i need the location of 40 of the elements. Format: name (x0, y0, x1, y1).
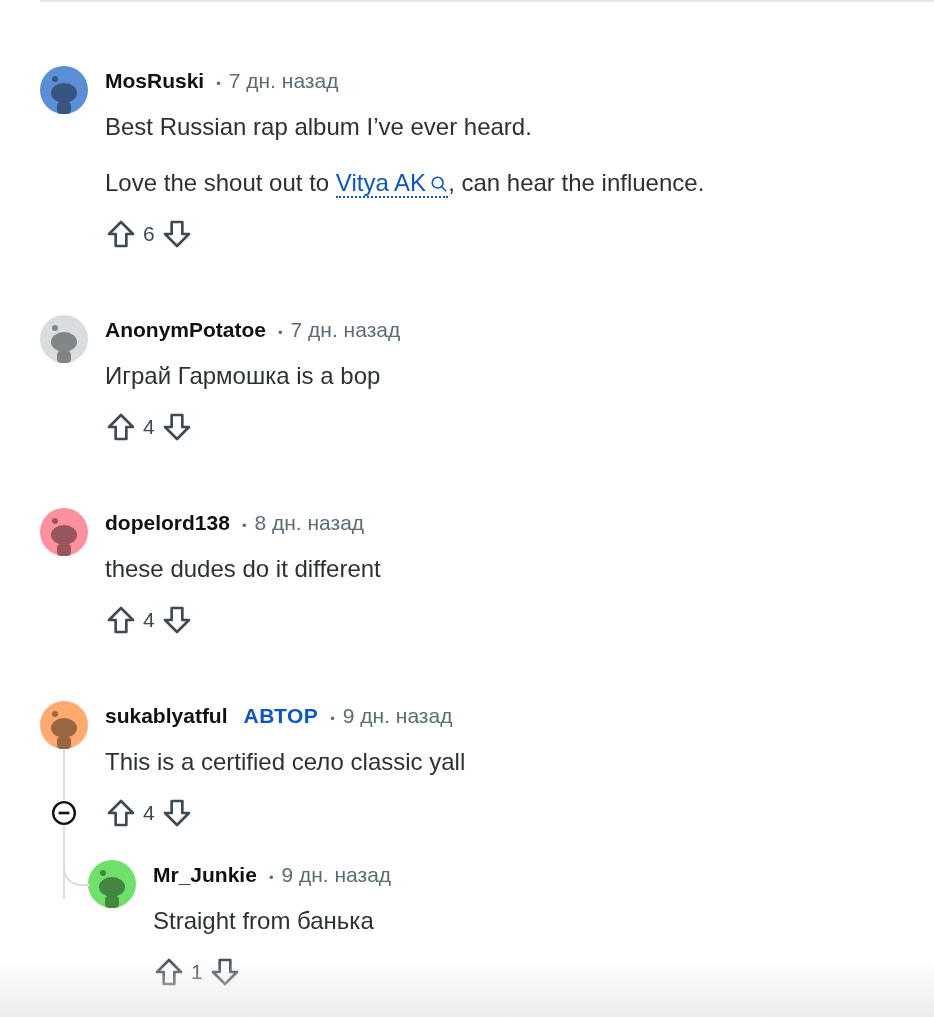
avatar-icon[interactable] (40, 66, 88, 114)
upvote-icon[interactable] (153, 956, 185, 988)
collapse-button[interactable] (51, 800, 77, 826)
separator-dot: • (330, 711, 335, 726)
timestamp: 9 дн. назад (342, 704, 453, 728)
avatar-icon[interactable] (40, 508, 88, 556)
comment-text: Играй Гармошка is a bop (105, 361, 382, 391)
upvote-icon[interactable] (105, 604, 137, 636)
username[interactable]: dopelord138 (105, 511, 230, 535)
separator-dot: • (268, 870, 274, 885)
comment-text: Best Russian rap album I’ve ever heard. (105, 112, 533, 142)
vote-count: 4 (143, 608, 155, 632)
separator-dot: • (241, 518, 247, 533)
search-link[interactable]: Vitya AK (335, 169, 449, 198)
comment-text: This is a certified село classic yall (105, 747, 467, 777)
upvote-icon[interactable] (105, 797, 137, 829)
timestamp: 9 дн. назад (281, 863, 392, 887)
comment-text: Straight from банька (153, 906, 375, 936)
search-icon[interactable] (430, 175, 449, 193)
avatar-icon[interactable] (88, 860, 136, 908)
upvote-icon[interactable] (105, 411, 137, 443)
username[interactable]: Mr_Junkie (153, 863, 257, 887)
avatar-icon[interactable] (40, 315, 88, 363)
separator-dot: • (278, 325, 283, 340)
avatar-icon[interactable] (40, 701, 88, 749)
timestamp: 7 дн. назад (290, 318, 401, 342)
vote-count: 1 (191, 960, 203, 984)
author-label: АВТОР (243, 704, 319, 728)
timestamp: 8 дн. назад (254, 511, 365, 535)
timestamp: 7 дн. назад (228, 69, 339, 93)
upvote-icon[interactable] (105, 218, 137, 250)
username[interactable]: sukablyatful (105, 704, 228, 728)
vote-count: 4 (143, 801, 155, 825)
username[interactable]: AnonymPotatoe (105, 318, 266, 342)
vote-count: 6 (143, 222, 155, 246)
comment-text: these dudes do it different (105, 554, 382, 584)
comment-text: Love the shout out to Vitya AK , can hear the influence. (105, 168, 706, 199)
vote-count: 4 (143, 415, 155, 439)
username[interactable]: MosRuski (105, 69, 205, 93)
separator-dot: • (216, 76, 221, 91)
